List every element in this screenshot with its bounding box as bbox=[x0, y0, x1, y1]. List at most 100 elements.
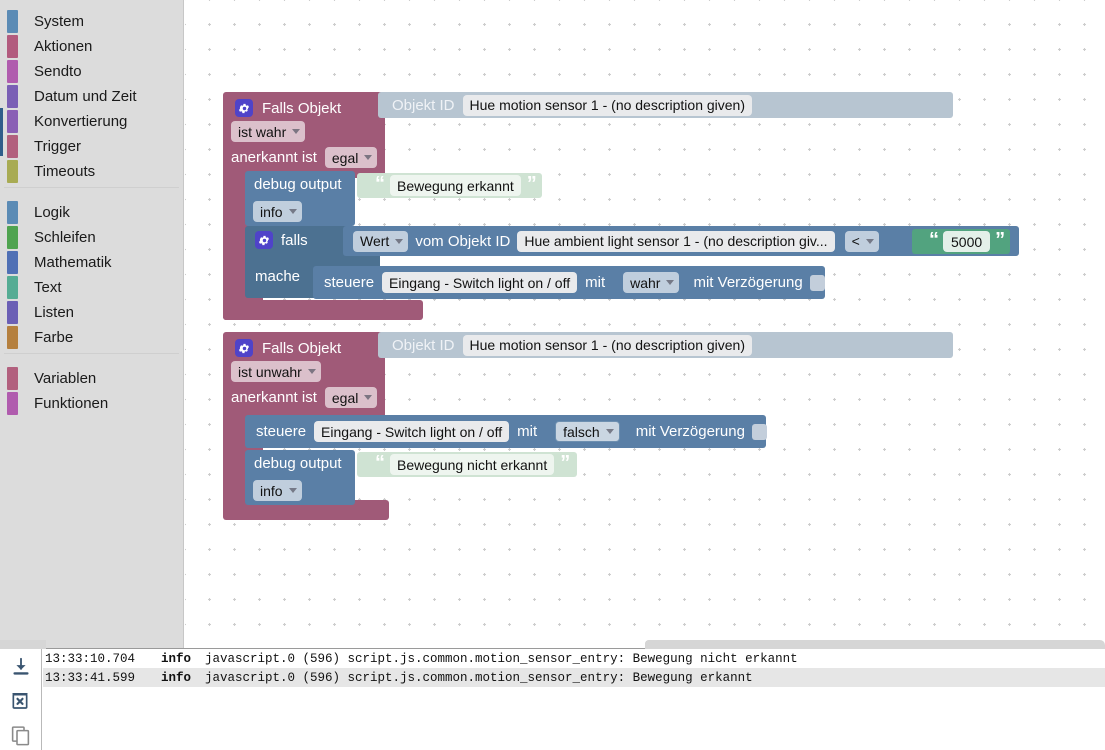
toolbox-group-3: Variablen Funktionen bbox=[0, 366, 183, 416]
control-target-field[interactable]: Eingang - Switch light on / off bbox=[382, 272, 578, 293]
toolbox-item-label: Listen bbox=[34, 304, 75, 321]
gear-icon[interactable] bbox=[235, 339, 253, 357]
object-id-label: Objekt ID bbox=[392, 96, 455, 114]
block-header[interactable]: Falls Objekt bbox=[235, 335, 341, 361]
debug-level-dropdown[interactable]: info bbox=[253, 201, 302, 222]
control-value-label: wahr bbox=[630, 274, 661, 291]
log-severity: info bbox=[161, 651, 192, 666]
toolbox-divider bbox=[4, 353, 179, 354]
toolbox-item-system[interactable]: System bbox=[0, 9, 183, 34]
toolbox-color-swatch bbox=[7, 301, 18, 324]
blockly-workspace[interactable]: Falls Objekt Objekt ID Hue motion sensor… bbox=[185, 0, 1105, 648]
toolbox-color-swatch bbox=[7, 60, 18, 83]
toolbox-item-label: Aktionen bbox=[34, 38, 93, 55]
delay-checkbox[interactable] bbox=[809, 274, 825, 291]
toolbox-item-farbe[interactable]: Farbe bbox=[0, 325, 183, 350]
toolbox-sidebar[interactable]: System Aktionen Sendto Datum und Zeit Ko… bbox=[0, 0, 184, 648]
text-string-field[interactable]: Bewegung nicht erkannt bbox=[390, 454, 555, 475]
chevron-down-icon bbox=[288, 488, 297, 493]
ack-dropdown-field[interactable]: egal bbox=[324, 387, 378, 408]
control-value-dropdown[interactable]: wahr bbox=[623, 272, 680, 293]
control-target-field[interactable]: Eingang - Switch light on / off bbox=[314, 421, 510, 442]
toolbox-color-swatch bbox=[7, 276, 18, 299]
log-row[interactable]: 13:33:41.599 info javascript.0 (596) scr… bbox=[43, 668, 1105, 687]
toolbox-item-label: Funktionen bbox=[34, 395, 109, 412]
gear-icon[interactable] bbox=[235, 99, 253, 117]
chevron-down-icon bbox=[288, 209, 297, 214]
text-string-block[interactable]: “ Bewegung erkannt ” bbox=[357, 173, 542, 198]
toolbox-color-swatch bbox=[7, 367, 18, 390]
copy-icon[interactable] bbox=[10, 724, 32, 746]
toolbox-group-2: Logik Schleifen Mathematik Text Listen F… bbox=[0, 200, 183, 350]
compare-value-field[interactable]: 5000 bbox=[943, 231, 991, 252]
toolbox-item-sendto[interactable]: Sendto bbox=[0, 59, 183, 84]
object-id-value-block[interactable]: Objekt ID Hue motion sensor 1 - (no desc… bbox=[378, 92, 953, 118]
toolbox-item-label: Timeouts bbox=[34, 163, 96, 180]
toolbox-item-label: Datum und Zeit bbox=[34, 88, 137, 105]
object-id-value-block[interactable]: Objekt ID Hue motion sensor 1 - (no desc… bbox=[378, 332, 953, 358]
scroll-to-bottom-icon[interactable] bbox=[10, 656, 32, 678]
ack-label: anerkannt ist bbox=[231, 389, 317, 406]
debug-output-block[interactable]: debug output info bbox=[245, 171, 355, 226]
condition-dropdown-field[interactable]: ist wahr bbox=[231, 121, 306, 142]
chevron-down-icon bbox=[364, 155, 373, 160]
log-row[interactable]: 13:33:10.704 info javascript.0 (596) scr… bbox=[43, 649, 1105, 668]
toolbox-item-variablen[interactable]: Variablen bbox=[0, 366, 183, 391]
toolbox-item-listen[interactable]: Listen bbox=[0, 300, 183, 325]
block-title: Falls Objekt bbox=[262, 99, 342, 117]
value-type-label: Wert bbox=[360, 233, 390, 249]
toolbox-item-konvertierung[interactable]: Konvertierung bbox=[0, 109, 183, 134]
log-rows[interactable]: 13:33:10.704 info javascript.0 (596) scr… bbox=[43, 649, 1105, 750]
debug-output-block[interactable]: debug output info bbox=[245, 450, 355, 505]
mit-label: mit bbox=[585, 274, 606, 291]
control-block-body[interactable] bbox=[223, 300, 423, 320]
condition-dropdown-label: ist wahr bbox=[238, 123, 287, 140]
toolbox-item-text[interactable]: Text bbox=[0, 275, 183, 300]
condition-dropdown[interactable]: ist wahr bbox=[231, 121, 306, 142]
workspace-horizontal-scrollbar[interactable] bbox=[185, 639, 1105, 648]
object-id-field[interactable]: Hue motion sensor 1 - (no description gi… bbox=[462, 94, 752, 116]
toolbox-color-swatch bbox=[7, 160, 18, 183]
ack-row: anerkannt ist egal bbox=[231, 147, 378, 168]
text-string-block[interactable]: “ Bewegung nicht erkannt ” bbox=[357, 452, 577, 477]
chevron-down-icon bbox=[292, 129, 301, 134]
object-id-field[interactable]: Hue motion sensor 1 - (no description gi… bbox=[462, 334, 752, 356]
operator-dropdown[interactable]: < bbox=[844, 230, 879, 252]
toolbox-color-swatch bbox=[7, 326, 18, 349]
toolbox-scrollbar[interactable] bbox=[0, 108, 3, 156]
from-object-label: vom Objekt ID bbox=[415, 232, 511, 250]
inner-if-do-label: mache bbox=[255, 268, 301, 285]
value-type-dropdown[interactable]: Wert bbox=[353, 230, 409, 252]
toolbox-item-aktionen[interactable]: Aktionen bbox=[0, 34, 183, 59]
toolbox-item-trigger[interactable]: Trigger bbox=[0, 134, 183, 159]
delete-icon[interactable] bbox=[10, 690, 32, 712]
inner-object-id-field[interactable]: Hue ambient light sensor 1 - (no descrip… bbox=[517, 230, 835, 252]
toolbox-item-schleifen[interactable]: Schleifen bbox=[0, 225, 183, 250]
block-header[interactable]: Falls Objekt bbox=[235, 95, 341, 121]
gear-icon[interactable] bbox=[255, 231, 273, 249]
toolbox-color-swatch bbox=[7, 226, 18, 249]
control-value-dropdown[interactable]: falsch bbox=[555, 421, 620, 442]
toolbox-item-datum-und-zeit[interactable]: Datum und Zeit bbox=[0, 84, 183, 109]
text-string-field[interactable]: Bewegung erkannt bbox=[390, 175, 521, 196]
log-timestamp: 13:33:41.599 bbox=[45, 670, 136, 685]
toolbox-item-label: Mathematik bbox=[34, 254, 112, 271]
inner-if-title: falls bbox=[281, 231, 308, 249]
toolbox-item-timeouts[interactable]: Timeouts bbox=[0, 159, 183, 184]
condition-dropdown-field[interactable]: ist unwahr bbox=[231, 361, 321, 382]
scrollbar-thumb[interactable] bbox=[645, 640, 1085, 648]
log-message: javascript.0 (596) script.js.common.moti… bbox=[205, 670, 753, 685]
toolbox-item-label: System bbox=[34, 13, 85, 30]
debug-level-dropdown[interactable]: info bbox=[253, 480, 302, 501]
ack-label: anerkannt ist bbox=[231, 149, 317, 166]
toolbox-item-funktionen[interactable]: Funktionen bbox=[0, 391, 183, 416]
compare-value-block[interactable]: “ 5000 ” bbox=[912, 229, 1010, 254]
control-state-block-1[interactable]: steuere Eingang - Switch light on / off … bbox=[313, 266, 825, 299]
toolbox-item-mathematik[interactable]: Mathematik bbox=[0, 250, 183, 275]
toolbox-color-swatch bbox=[7, 110, 18, 133]
ack-dropdown-field[interactable]: egal bbox=[324, 147, 378, 168]
delay-checkbox[interactable] bbox=[751, 423, 767, 440]
toolbox-item-logik[interactable]: Logik bbox=[0, 200, 183, 225]
condition-dropdown[interactable]: ist unwahr bbox=[231, 361, 321, 382]
control-state-block-2[interactable]: steuere Eingang - Switch light on / off … bbox=[245, 415, 767, 448]
